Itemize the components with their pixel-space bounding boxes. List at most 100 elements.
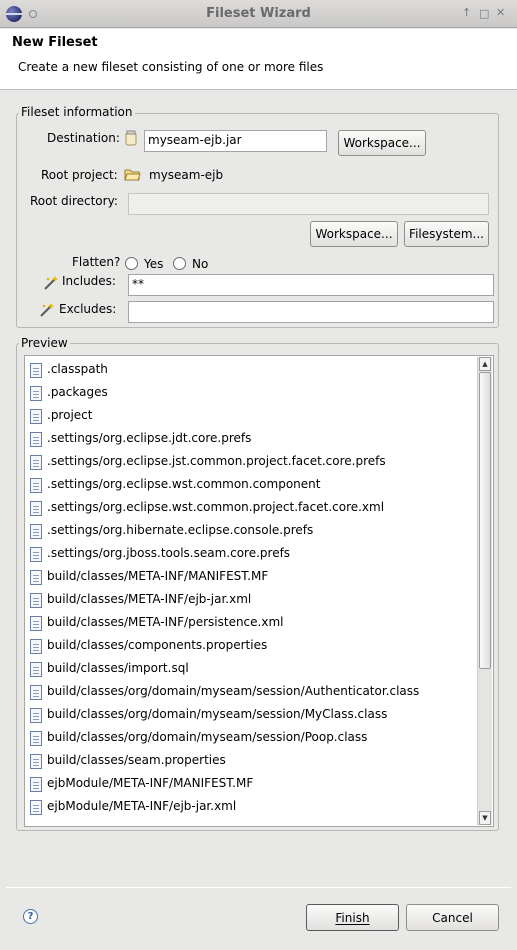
- list-item-label: .classpath: [47, 362, 108, 376]
- list-item-label: .settings/org.eclipse.wst.common.project…: [47, 500, 385, 514]
- title-bar: Fileset Wizard ↑ □ ✕: [0, 0, 517, 28]
- root-directory-field: [128, 193, 489, 215]
- maximize-arrow-icon[interactable]: ↑: [462, 6, 471, 19]
- finish-button[interactable]: Finish: [306, 904, 399, 931]
- excludes-field[interactable]: [128, 301, 494, 323]
- file-icon: [30, 455, 42, 470]
- list-item[interactable]: build/classes/org/domain/myseam/session/…: [25, 727, 477, 750]
- list-item-label: build/classes/seam.properties: [47, 753, 226, 767]
- includes-wand-icon: [44, 276, 58, 290]
- root-directory-label: Root directory:: [30, 194, 118, 208]
- list-item-label: .settings/org.eclipse.jdt.core.prefs: [47, 431, 252, 445]
- jar-icon: [125, 130, 137, 146]
- file-icon: [30, 501, 42, 516]
- list-item[interactable]: build/classes/META-INF/ejb-jar.xml: [25, 589, 477, 612]
- file-icon: [30, 731, 42, 746]
- excludes-wand-icon: [40, 303, 54, 317]
- list-item-label: build/classes/org/domain/myseam/session/…: [47, 730, 368, 744]
- wizard-header: New Fileset Create a new fileset consist…: [0, 29, 517, 90]
- filesystem-button[interactable]: Filesystem...: [404, 221, 489, 247]
- file-icon: [30, 616, 42, 631]
- list-item-label: build/classes/org/domain/myseam/session/…: [47, 684, 420, 698]
- flatten-yes-label[interactable]: Yes: [144, 257, 163, 271]
- list-item-label: .settings/org.hibernate.eclipse.console.…: [47, 523, 314, 537]
- list-item[interactable]: build/classes/import.sql: [25, 658, 477, 681]
- file-icon: [30, 708, 42, 723]
- list-item-label: build/classes/components.properties: [47, 638, 268, 652]
- list-item-label: build/classes/META-INF/persistence.xml: [47, 615, 284, 629]
- list-item-label: .project: [47, 408, 93, 422]
- file-icon: [30, 570, 42, 585]
- flatten-yes-radio[interactable]: [125, 257, 138, 270]
- list-item-label: build/classes/META-INF/MANIFEST.MF: [47, 569, 269, 583]
- list-item[interactable]: .classpath: [25, 359, 477, 382]
- fileset-information-legend: Fileset information: [19, 105, 135, 119]
- list-item-label: ejbModule/META-INF/ejb-jar.xml: [47, 799, 237, 813]
- list-item[interactable]: ejbModule/META-INF/ejb-jar.xml: [25, 796, 477, 819]
- destination-workspace-button[interactable]: Workspace...: [338, 130, 426, 156]
- file-icon: [30, 754, 42, 769]
- file-icon: [30, 685, 42, 700]
- list-item-label: .settings/org.jboss.tools.seam.core.pref…: [47, 546, 291, 560]
- list-item[interactable]: build/classes/components.properties: [25, 635, 477, 658]
- file-icon: [30, 524, 42, 539]
- help-icon[interactable]: ?: [23, 909, 38, 924]
- file-icon: [30, 662, 42, 677]
- file-icon: [30, 777, 42, 792]
- file-icon: [30, 639, 42, 654]
- list-item[interactable]: ejbModule/META-INF/MANIFEST.MF: [25, 773, 477, 796]
- project-folder-icon: [124, 169, 141, 181]
- list-item[interactable]: build/classes/org/domain/myseam/session/…: [25, 704, 477, 727]
- root-project-value: myseam-ejb: [149, 168, 224, 182]
- file-icon: [30, 386, 42, 401]
- list-item-label: build/classes/import.sql: [47, 661, 189, 675]
- flatten-no-radio[interactable]: [173, 257, 186, 270]
- scroll-up-arrow-icon[interactable]: ▲: [479, 357, 491, 371]
- list-item[interactable]: .packages: [25, 382, 477, 405]
- restore-icon[interactable]: □: [479, 7, 489, 20]
- excludes-label: Excludes:: [59, 302, 117, 316]
- file-icon: [30, 363, 42, 378]
- list-item[interactable]: build/classes/seam.properties: [25, 750, 477, 773]
- destination-label: Destination:: [47, 131, 120, 145]
- file-icon: [30, 409, 42, 424]
- preview-scrollbar[interactable]: ▲ ▼: [477, 357, 492, 825]
- list-item[interactable]: .settings/org.eclipse.wst.common.compone…: [25, 474, 477, 497]
- page-description: Create a new fileset consisting of one o…: [18, 60, 324, 74]
- list-item-label: ejbModule/META-INF/MANIFEST.MF: [47, 776, 254, 790]
- list-item[interactable]: .project: [25, 405, 477, 428]
- list-item[interactable]: build/classes/org/domain/myseam/session/…: [25, 681, 477, 704]
- root-directory-workspace-button[interactable]: Workspace...: [310, 221, 398, 247]
- flatten-label: Flatten?: [72, 255, 121, 269]
- list-item[interactable]: .settings/org.jboss.tools.seam.core.pref…: [25, 543, 477, 566]
- file-icon: [30, 547, 42, 562]
- list-item[interactable]: .settings/org.eclipse.jdt.core.prefs: [25, 428, 477, 451]
- window-title: Fileset Wizard: [206, 6, 311, 21]
- root-project-label: Root project:: [41, 168, 118, 182]
- includes-label: Includes:: [62, 274, 116, 288]
- footer-separator: [6, 887, 511, 888]
- list-item[interactable]: .settings/org.eclipse.jst.common.project…: [25, 451, 477, 474]
- page-title: New Fileset: [12, 35, 98, 50]
- file-icon: [30, 432, 42, 447]
- list-item-label: build/classes/org/domain/myseam/session/…: [47, 707, 388, 721]
- scroll-down-arrow-icon[interactable]: ▼: [479, 811, 491, 825]
- preview-legend: Preview: [19, 336, 70, 350]
- scrollbar-thumb[interactable]: [479, 372, 491, 669]
- list-item[interactable]: .settings/org.hibernate.eclipse.console.…: [25, 520, 477, 543]
- list-item[interactable]: build/classes/META-INF/MANIFEST.MF: [25, 566, 477, 589]
- list-item-label: .settings/org.eclipse.jst.common.project…: [47, 454, 386, 468]
- list-item[interactable]: build/classes/META-INF/persistence.xml: [25, 612, 477, 635]
- close-icon[interactable]: ✕: [496, 6, 505, 19]
- list-item-label: .settings/org.eclipse.wst.common.compone…: [47, 477, 321, 491]
- list-item-label: build/classes/META-INF/ejb-jar.xml: [47, 592, 252, 606]
- cancel-button[interactable]: Cancel: [406, 904, 499, 931]
- preview-file-list[interactable]: .classpath .packages .project .settings/org…: [24, 355, 494, 827]
- includes-field[interactable]: **: [128, 274, 494, 296]
- file-icon: [30, 478, 42, 493]
- finish-button-label: Finish: [335, 910, 370, 925]
- flatten-no-label[interactable]: No: [192, 257, 208, 271]
- file-icon: [30, 800, 42, 815]
- destination-field[interactable]: myseam-ejb.jar: [144, 130, 327, 152]
- list-item[interactable]: .settings/org.eclipse.wst.common.project…: [25, 497, 477, 520]
